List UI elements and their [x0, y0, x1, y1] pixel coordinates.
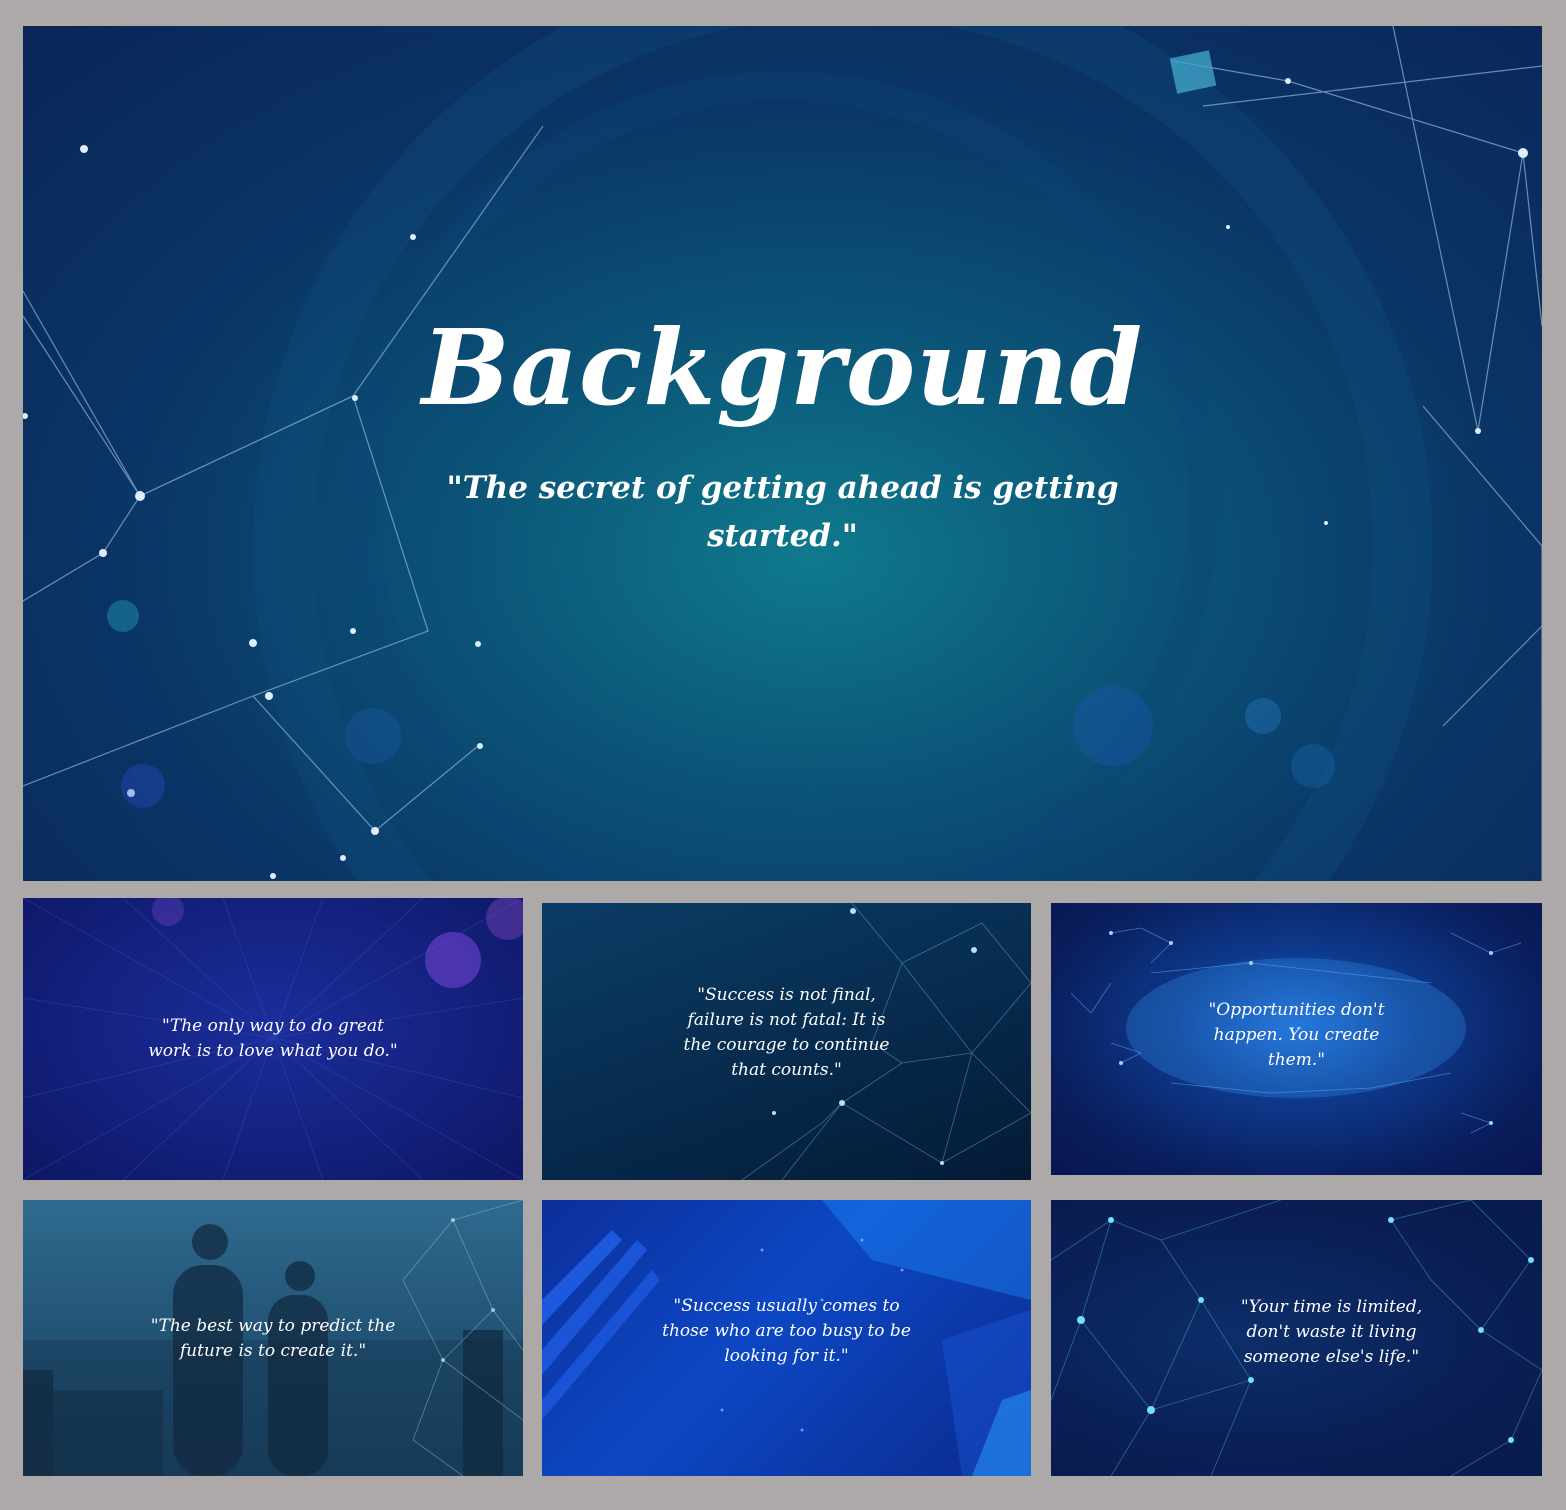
thumbnail-slide-6[interactable]: "Your time is limited, don't waste it li…	[1051, 1200, 1542, 1476]
slide-quote: "The best way to predict the future is t…	[150, 1316, 396, 1361]
main-slide-preview[interactable]: Background "The secret of getting ahead …	[23, 26, 1542, 881]
slide-title: Background	[421, 305, 1144, 429]
thumbnail-slide-1[interactable]: "The only way to do great work is to lov…	[23, 898, 523, 1180]
slide-quote: "Success is not final, failure is not fa…	[683, 984, 890, 1080]
slide-quote: "Your time is limited, don't waste it li…	[1240, 1296, 1423, 1367]
slide-quote: "Opportunities don't happen. You create …	[1208, 999, 1385, 1070]
thumbnail-slide-3[interactable]: "Opportunities don't happen. You create …	[1051, 903, 1542, 1175]
thumbnail-slide-4[interactable]: "The best way to predict the future is t…	[23, 1200, 523, 1476]
slide-quote: "Success usually comes to those who are …	[662, 1295, 911, 1366]
thumbnail-slide-5[interactable]: "Success usually comes to those who are …	[542, 1200, 1031, 1476]
thumbnail-slide-2[interactable]: "Success is not final, failure is not fa…	[542, 903, 1031, 1180]
slide-quote: "The secret of getting ahead is getting …	[446, 469, 1119, 554]
slide-quote: "The only way to do great work is to lov…	[148, 1016, 398, 1061]
